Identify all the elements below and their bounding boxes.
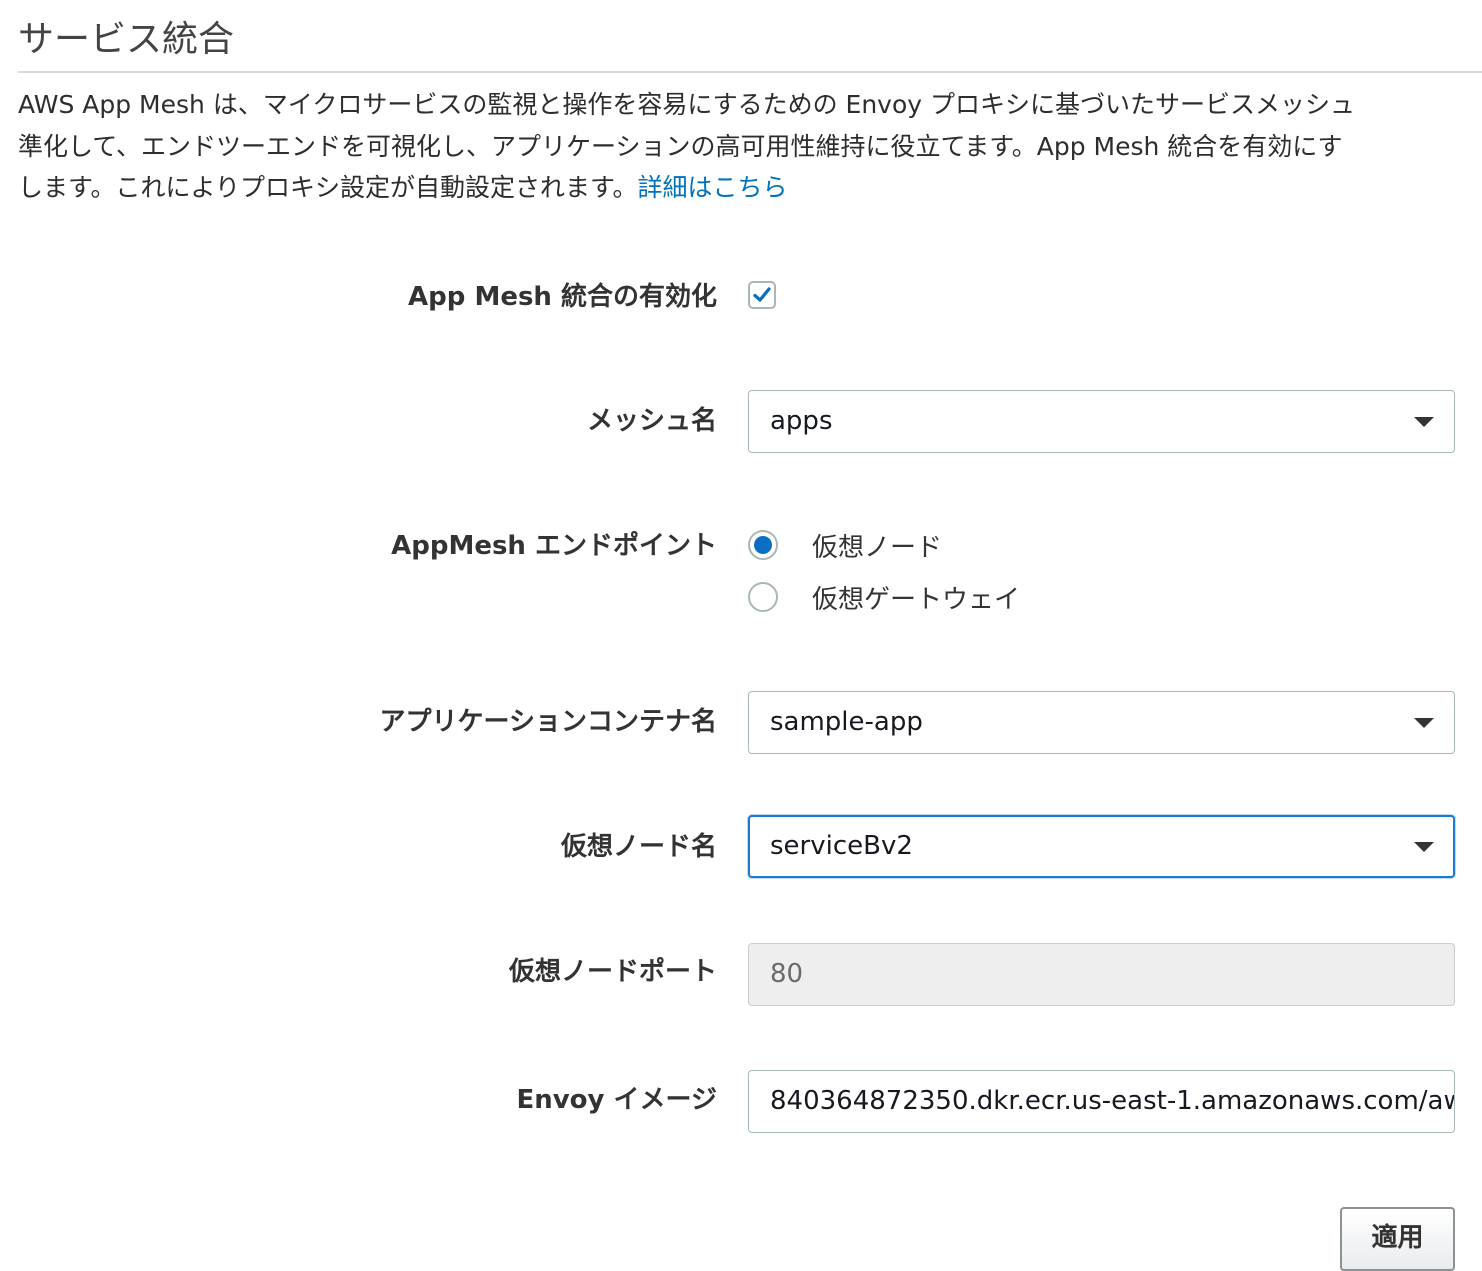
- mesh-name-select[interactable]: apps: [748, 390, 1455, 453]
- enable-appmesh-label: App Mesh 統合の有効化: [408, 282, 717, 312]
- endpoint-option-label: 仮想ノード: [812, 532, 943, 563]
- checkmark-icon: [753, 287, 771, 302]
- chevron-down-icon: [1414, 718, 1434, 728]
- endpoint-option-virtual-gateway[interactable]: 仮想ゲートウェイ: [748, 579, 1020, 615]
- mesh-name-value: apps: [770, 406, 833, 436]
- section-description: AWS App Mesh は、マイクロサービスの監視と操作を容易にするための E…: [18, 84, 1482, 209]
- section-divider: [18, 71, 1482, 73]
- virtual-node-select[interactable]: serviceBv2: [748, 815, 1455, 878]
- envoy-image-value: 840364872350.dkr.ecr.us-east-1.amazonaws…: [770, 1086, 1454, 1116]
- section-title: サービス統合: [18, 19, 235, 60]
- radio-dot-icon: [754, 536, 772, 554]
- apply-button[interactable]: 適用: [1340, 1207, 1455, 1271]
- radio-button[interactable]: [748, 582, 778, 612]
- mesh-name-label: メッシュ名: [586, 406, 717, 436]
- description-line-3-text: します。これによりプロキシ設定が自動設定されます。: [18, 173, 638, 202]
- virtual-node-port-label: 仮想ノードポート: [508, 957, 717, 987]
- app-container-select[interactable]: sample-app: [748, 691, 1455, 754]
- virtual-node-port-field: 80: [748, 943, 1455, 1006]
- enable-appmesh-checkbox[interactable]: [748, 281, 776, 309]
- envoy-image-input[interactable]: 840364872350.dkr.ecr.us-east-1.amazonaws…: [748, 1070, 1455, 1133]
- description-line-2: 準化して、エンドツーエンドを可視化し、アプリケーションの高可用性維持に役立てます…: [18, 131, 1343, 161]
- envoy-image-label: Envoy イメージ: [516, 1085, 717, 1115]
- virtual-node-label: 仮想ノード名: [560, 832, 717, 862]
- description-line-3: します。これによりプロキシ設定が自動設定されます。詳細はこちら: [18, 167, 1482, 209]
- virtual-node-value: serviceBv2: [770, 831, 913, 861]
- endpoint-option-virtual-node[interactable]: 仮想ノード: [748, 527, 942, 563]
- description-line-1: AWS App Mesh は、マイクロサービスの監視と操作を容易にするための E…: [18, 90, 1355, 119]
- app-container-label: アプリケーションコンテナ名: [379, 707, 717, 737]
- radio-button-selected[interactable]: [748, 530, 778, 560]
- endpoint-option-label: 仮想ゲートウェイ: [812, 584, 1021, 615]
- learn-more-link[interactable]: 詳細はこちら: [638, 173, 788, 202]
- virtual-node-port-value: 80: [770, 959, 804, 989]
- endpoint-label: AppMesh エンドポイント: [391, 531, 717, 561]
- chevron-down-icon: [1414, 842, 1434, 852]
- chevron-down-icon: [1414, 417, 1434, 427]
- app-container-value: sample-app: [770, 707, 923, 737]
